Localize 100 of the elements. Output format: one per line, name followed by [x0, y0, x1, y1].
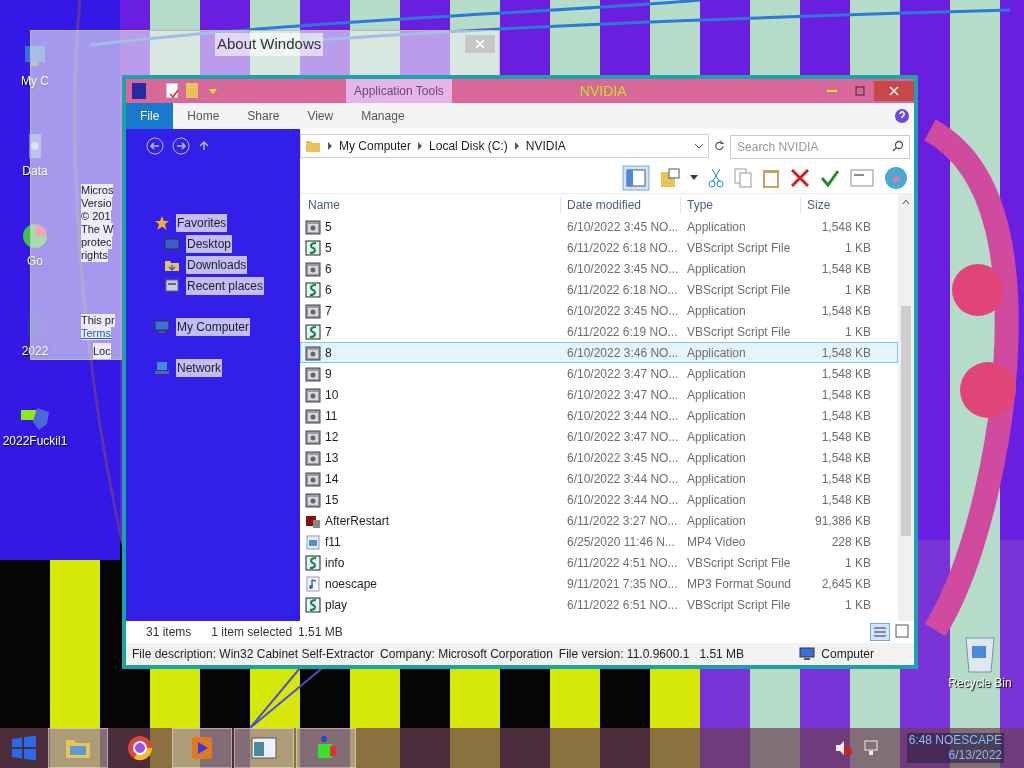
dropdown-icon[interactable] — [694, 141, 705, 150]
exe-file-icon — [305, 470, 321, 487]
ribbon-tab[interactable]: View — [293, 103, 348, 129]
checkmark-icon[interactable] — [820, 167, 840, 188]
ribbon-tab[interactable]: File — [126, 103, 174, 129]
chevron-icon — [417, 141, 424, 150]
scrollbar-thumb[interactable] — [901, 306, 911, 536]
scrollbar[interactable] — [898, 194, 914, 621]
recent-icon — [164, 277, 180, 294]
date-cell-text: 6/11/2022 6:51 NO... — [566, 596, 679, 614]
network-icon[interactable] — [862, 740, 881, 756]
date-cell-text: 9/11/2021 7:35 NO... — [566, 575, 679, 593]
nav-pane-item[interactable]: Recent places — [186, 276, 265, 295]
breadcrumb[interactable]: Local Disk (C:) — [429, 136, 508, 155]
up-icon[interactable] — [198, 139, 210, 152]
file-name: f11 — [325, 533, 341, 551]
file-row[interactable]: noescape 9/11/2021 7:35 NO... MP3 Format Sound 2,645 KB — [300, 573, 898, 594]
column-header[interactable]: Size — [800, 196, 876, 214]
column-header[interactable]: Date modified — [560, 196, 680, 214]
script-file-icon — [305, 596, 321, 613]
file-row[interactable]: 8 6/10/2022 3:46 NO... Application 1,548 KB — [300, 342, 898, 363]
ribbon-tab[interactable]: Manage — [347, 103, 419, 129]
refresh-icon[interactable] — [713, 138, 727, 153]
dropdown-icon[interactable] — [690, 174, 698, 181]
size-cell-text: 1,548 KB — [820, 491, 871, 509]
video-file-icon — [305, 533, 321, 550]
nav-pane-item[interactable]: Desktop — [186, 234, 233, 253]
ribbon-tab[interactable]: Share — [233, 103, 294, 129]
breadcrumb[interactable]: NVIDIA — [525, 136, 566, 155]
file-row[interactable]: 6 6/10/2022 3:45 NO... Application 1,548 KB — [300, 258, 898, 279]
large-icons-view-icon[interactable] — [894, 623, 910, 639]
copy-icon[interactable] — [734, 167, 752, 188]
clock[interactable]: 6:48 NOESCAPE 6/13/2022 — [906, 733, 1004, 763]
properties-icon[interactable] — [166, 83, 180, 99]
nav-pane-item[interactable]: Network — [176, 358, 222, 377]
forward-icon[interactable] — [172, 136, 190, 155]
file-row[interactable]: 5 6/11/2022 6:18 NO... VBScript Script File 1 KB — [300, 237, 898, 258]
file-row[interactable]: 12 6/10/2022 3:47 NO... Application 1,548 KB — [300, 426, 898, 447]
file-size: 1.51 MB — [699, 646, 745, 663]
exe-file-icon — [305, 449, 321, 466]
help-icon[interactable] — [894, 108, 910, 124]
file-row[interactable]: info 6/11/2022 4:51 NO... VBScript Script File 1 KB — [300, 552, 898, 573]
date-cell-text: 6/10/2022 3:44 NO... — [566, 491, 680, 509]
file-name: 6 — [325, 281, 332, 299]
details-view-icon[interactable] — [870, 623, 890, 641]
file-version: File version: 11.0.9600.1 — [558, 646, 690, 663]
nav-pane-item[interactable]: Downloads — [186, 255, 248, 274]
exe-file-icon — [305, 428, 321, 445]
size-cell-text: 1,548 KB — [820, 428, 871, 446]
computer-icon — [799, 647, 816, 661]
scissors-icon[interactable] — [708, 167, 724, 188]
ribbon-tab[interactable]: Home — [173, 103, 234, 129]
preview-pane-icon[interactable] — [622, 164, 650, 191]
file-row[interactable]: 11 6/10/2022 3:44 NO... Application 1,548 KB — [300, 405, 898, 426]
speaker-muted-icon[interactable] — [834, 740, 853, 756]
properties-icon[interactable] — [850, 168, 874, 187]
file-row[interactable]: f11 6/25/2020 11:46 N... MP4 Video 228 KB — [300, 531, 898, 552]
network-icon — [154, 359, 170, 376]
type-cell-text: MP3 Format Sound — [686, 575, 793, 593]
close-button[interactable] — [874, 81, 914, 101]
nav-pane-item[interactable]: Favorites — [176, 213, 228, 232]
contextual-tab-label: Application Tools — [346, 79, 452, 103]
date-cell-text: 6/10/2022 3:45 NO... — [566, 260, 680, 278]
type-cell-text: Application — [686, 344, 747, 362]
file-row[interactable]: 9 6/10/2022 3:47 NO... Application 1,548 KB — [300, 363, 898, 384]
size-cell-text: 1,548 KB — [820, 386, 871, 404]
date-cell-text: 6/10/2022 3:46 NO... — [566, 344, 680, 362]
file-row[interactable]: 13 6/10/2022 3:45 NO... Application 1,548 KB — [300, 447, 898, 468]
folder-options-icon[interactable] — [660, 167, 680, 188]
file-row[interactable]: 7 6/10/2022 3:45 NO... Application 1,548 KB — [300, 300, 898, 321]
type-cell-text: Application — [686, 302, 747, 320]
window-title: NVIDIA — [579, 81, 627, 101]
computer-icon — [154, 318, 170, 335]
windows-logo-icon — [11, 735, 37, 761]
file-row[interactable]: 7 6/11/2022 6:19 NO... VBScript Script File 1 KB — [300, 321, 898, 342]
file-row[interactable]: 5 6/10/2022 3:45 NO... Application 1,548 KB — [300, 216, 898, 237]
search-field[interactable]: Search NVIDIA — [730, 134, 910, 159]
file-row[interactable]: 15 6/10/2022 3:44 NO... Application 1,548 KB — [300, 489, 898, 510]
exe-file-icon — [305, 344, 321, 361]
file-name: 13 — [325, 449, 339, 467]
date-cell-text: 6/11/2022 3:27 NO... — [566, 512, 679, 530]
file-row[interactable]: AfterRestart 6/11/2022 3:27 NO... Application 91,386 KB — [300, 510, 898, 531]
file-row[interactable]: 10 6/10/2022 3:47 NO... Application 1,548 KB — [300, 384, 898, 405]
date-cell-text: 6/10/2022 3:47 NO... — [566, 428, 680, 446]
file-row[interactable]: play 6/11/2022 6:51 NO... VBScript Script File 1 KB — [300, 594, 898, 615]
delete-icon[interactable] — [790, 167, 810, 188]
column-header[interactable]: Name — [300, 196, 560, 214]
file-row[interactable]: 14 6/10/2022 3:44 NO... Application 1,548 KB — [300, 468, 898, 489]
file-name: play — [325, 596, 347, 614]
breadcrumb[interactable]: My Computer — [339, 136, 412, 155]
exe-file-icon — [305, 218, 321, 235]
file-row[interactable]: 6 6/11/2022 6:18 NO... VBScript Script File 1 KB — [300, 279, 898, 300]
item-count: 31 items — [146, 624, 192, 641]
nav-pane-item[interactable]: My Computer — [176, 317, 251, 336]
back-icon[interactable] — [146, 136, 164, 155]
address-bar[interactable]: My Computer Local Disk (C:) NVIDIA — [300, 133, 710, 158]
column-header[interactable]: Type — [680, 196, 800, 214]
globe-icon[interactable] — [884, 165, 908, 190]
size-cell-text: 1,548 KB — [820, 218, 871, 236]
chevron-icon — [513, 141, 520, 150]
